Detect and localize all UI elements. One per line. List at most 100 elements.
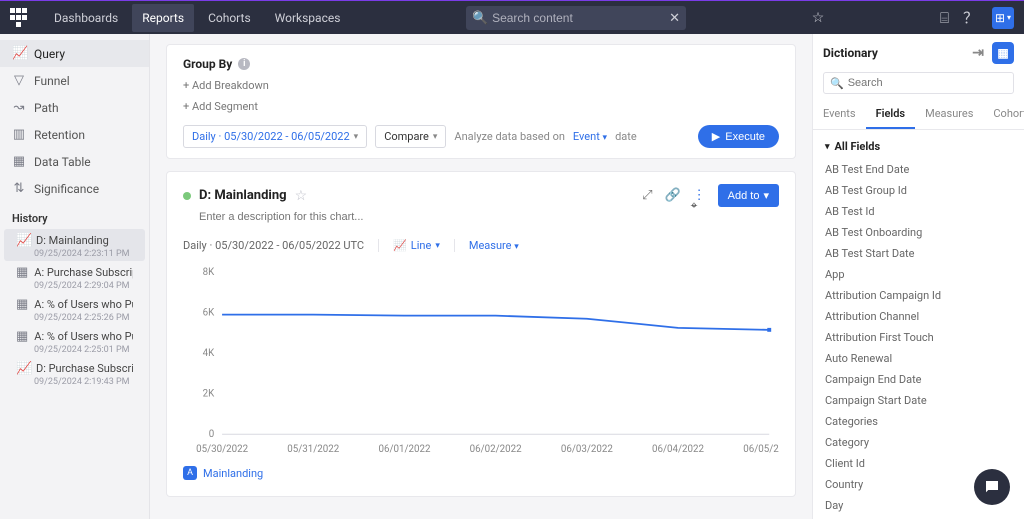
field-item[interactable]: AB Test Group Id: [825, 180, 1012, 201]
chart-card: D: Mainlanding ☆ ⤢ 🔗 ⋮⌖ Add to ▾ Daily ·…: [166, 171, 796, 497]
nav-workspaces[interactable]: Workspaces: [265, 4, 351, 32]
sidebar: 📈Query▽Funnel↝Path▥Retention▦Data Table⇅…: [0, 34, 150, 519]
history-item[interactable]: 📈D: Purchase Subscription & Any09/25/202…: [4, 357, 145, 389]
data table-icon: ▦: [12, 154, 26, 169]
sidebar-item-data-table[interactable]: ▦Data Table: [0, 148, 149, 175]
field-item[interactable]: Category: [825, 432, 1012, 453]
fields-list: AB Test End DateAB Test Group IdAB Test …: [813, 159, 1024, 519]
help-icon[interactable]: ？: [963, 7, 978, 28]
search-wrap: 🔍 ✕: [466, 6, 686, 30]
dictionary-header: Dictionary ⇥ ▦: [813, 34, 1024, 72]
top-nav: DashboardsReportsCohortsWorkspaces 🔍 ✕ ☆…: [0, 0, 1024, 34]
dictionary-badge-icon[interactable]: ▦: [992, 42, 1014, 64]
search-input[interactable]: [466, 6, 686, 30]
svg-text:06/03/2022: 06/03/2022: [561, 444, 613, 455]
field-item[interactable]: App: [825, 264, 1012, 285]
add-breakdown-link[interactable]: + Add Breakdown: [183, 79, 779, 92]
svg-text:06/04/2022: 06/04/2022: [652, 444, 704, 455]
execute-button[interactable]: ▶ Execute: [698, 125, 779, 148]
field-item[interactable]: AB Test Id: [825, 201, 1012, 222]
chart-svg: 02K4K6K8K05/30/202205/31/202206/01/20220…: [183, 260, 779, 460]
history-item[interactable]: ▦A: % of Users who Purchased ...09/25/20…: [4, 325, 145, 357]
star-icon[interactable]: ☆: [295, 188, 308, 204]
chart-toolbar: Daily · 05/30/2022 - 06/05/2022 UTC 📈 Li…: [183, 239, 779, 252]
field-item[interactable]: Campaign Start Date: [825, 390, 1012, 411]
date-range-chip[interactable]: Daily · 05/30/2022 - 06/05/2022▾: [183, 125, 367, 148]
database-icon[interactable]: ⌸: [940, 9, 949, 27]
compare-chip[interactable]: Compare▾: [375, 125, 446, 148]
more-icon[interactable]: ⋮⌖: [693, 188, 706, 203]
chart-title: D: Mainlanding: [199, 188, 287, 203]
legend-label: Mainlanding: [203, 467, 263, 480]
expand-icon[interactable]: ⤢: [642, 188, 652, 203]
collapse-panel-icon[interactable]: ⇥: [972, 45, 984, 61]
link-icon[interactable]: 🔗: [664, 188, 680, 203]
history-item[interactable]: 📈D: Mainlanding09/25/2024 2:23:11 PM: [4, 229, 145, 261]
brand-logo[interactable]: [10, 8, 30, 28]
search-icon: 🔍: [472, 11, 488, 26]
chat-icon: [983, 478, 1001, 496]
sidebar-item-path[interactable]: ↝Path: [0, 94, 149, 121]
field-item[interactable]: Attribution First Touch: [825, 327, 1012, 348]
dict-tab-cohorts[interactable]: Cohorts: [983, 100, 1024, 129]
dictionary-search[interactable]: 🔍: [823, 72, 1014, 94]
dict-tab-fields[interactable]: Fields: [866, 100, 916, 129]
dictionary-panel: Dictionary ⇥ ▦ 🔍 EventsFieldsMeasuresCoh…: [812, 34, 1024, 519]
query-icon: 📈: [12, 46, 26, 61]
top-right-controls: ⌸ ？ ⊞ ▾: [940, 7, 1014, 29]
sidebar-item-funnel[interactable]: ▽Funnel: [0, 67, 149, 94]
legend-badge: A: [183, 466, 197, 480]
measure-selector[interactable]: Measure ▾: [469, 239, 519, 252]
viz-type-selector[interactable]: 📈 Line ▾: [393, 239, 440, 252]
status-dot-icon: [183, 192, 191, 200]
controls-row: Daily · 05/30/2022 - 06/05/2022▾ Compare…: [183, 125, 779, 148]
nav-tabs: DashboardsReportsCohortsWorkspaces: [44, 4, 350, 32]
favorites-icon[interactable]: ☆: [812, 10, 825, 26]
sidebar-item-significance[interactable]: ⇅Significance: [0, 175, 149, 202]
field-item[interactable]: Campaign End Date: [825, 369, 1012, 390]
dictionary-search-input[interactable]: [848, 77, 1007, 89]
sidebar-item-query[interactable]: 📈Query: [0, 40, 149, 67]
add-to-button[interactable]: Add to ▾: [718, 184, 779, 207]
svg-text:4K: 4K: [203, 348, 215, 359]
field-item[interactable]: Categories: [825, 411, 1012, 432]
svg-text:0: 0: [209, 429, 215, 440]
nav-reports[interactable]: Reports: [132, 4, 194, 32]
nav-cohorts[interactable]: Cohorts: [198, 4, 261, 32]
nav-dashboards[interactable]: Dashboards: [44, 4, 128, 32]
field-item[interactable]: Attribution Channel: [825, 306, 1012, 327]
history-heading: History: [0, 202, 149, 229]
analyze-prefix: Analyze data based on: [454, 130, 565, 143]
main: Group By i + Add Breakdown + Add Segment…: [150, 34, 812, 519]
svg-text:05/30/2022: 05/30/2022: [196, 444, 248, 455]
add-segment-link[interactable]: + Add Segment: [183, 100, 779, 113]
analyze-suffix: date: [615, 130, 637, 143]
history-item[interactable]: ▦A: % of Users who Purchased ...09/25/20…: [4, 293, 145, 325]
sidebar-item-retention[interactable]: ▥Retention: [0, 121, 149, 148]
svg-text:2K: 2K: [203, 389, 215, 400]
chart-description-input[interactable]: [199, 211, 557, 223]
field-item[interactable]: AB Test End Date: [825, 159, 1012, 180]
group-by-title: Group By i: [183, 57, 779, 71]
field-item[interactable]: Auto Renewal: [825, 348, 1012, 369]
path-icon: ↝: [12, 100, 26, 115]
chart-header: D: Mainlanding ☆ ⤢ 🔗 ⋮⌖ Add to ▾: [183, 184, 779, 207]
history-item[interactable]: ▦A: Purchase Subscription & M...09/25/20…: [4, 261, 145, 293]
svg-text:06/05/2022: 06/05/2022: [743, 444, 779, 455]
dict-tab-measures[interactable]: Measures: [915, 100, 983, 129]
svg-text:8K: 8K: [203, 267, 215, 278]
field-item[interactable]: Attribution Campaign Id: [825, 285, 1012, 306]
dict-tab-events[interactable]: Events: [813, 100, 866, 129]
funnel-icon: ▽: [12, 73, 26, 88]
app-switcher-button[interactable]: ⊞ ▾: [992, 7, 1014, 29]
clear-search-icon[interactable]: ✕: [669, 11, 680, 26]
chat-fab[interactable]: [974, 469, 1010, 505]
significance-icon: ⇅: [12, 181, 26, 196]
analyze-event-link[interactable]: Event ▾: [573, 130, 607, 143]
chart-legend[interactable]: A Mainlanding: [183, 466, 779, 480]
svg-text:06/01/2022: 06/01/2022: [378, 444, 430, 455]
info-icon[interactable]: i: [238, 58, 250, 70]
all-fields-heading[interactable]: ▾ All Fields: [813, 130, 1024, 159]
field-item[interactable]: AB Test Start Date: [825, 243, 1012, 264]
field-item[interactable]: AB Test Onboarding: [825, 222, 1012, 243]
